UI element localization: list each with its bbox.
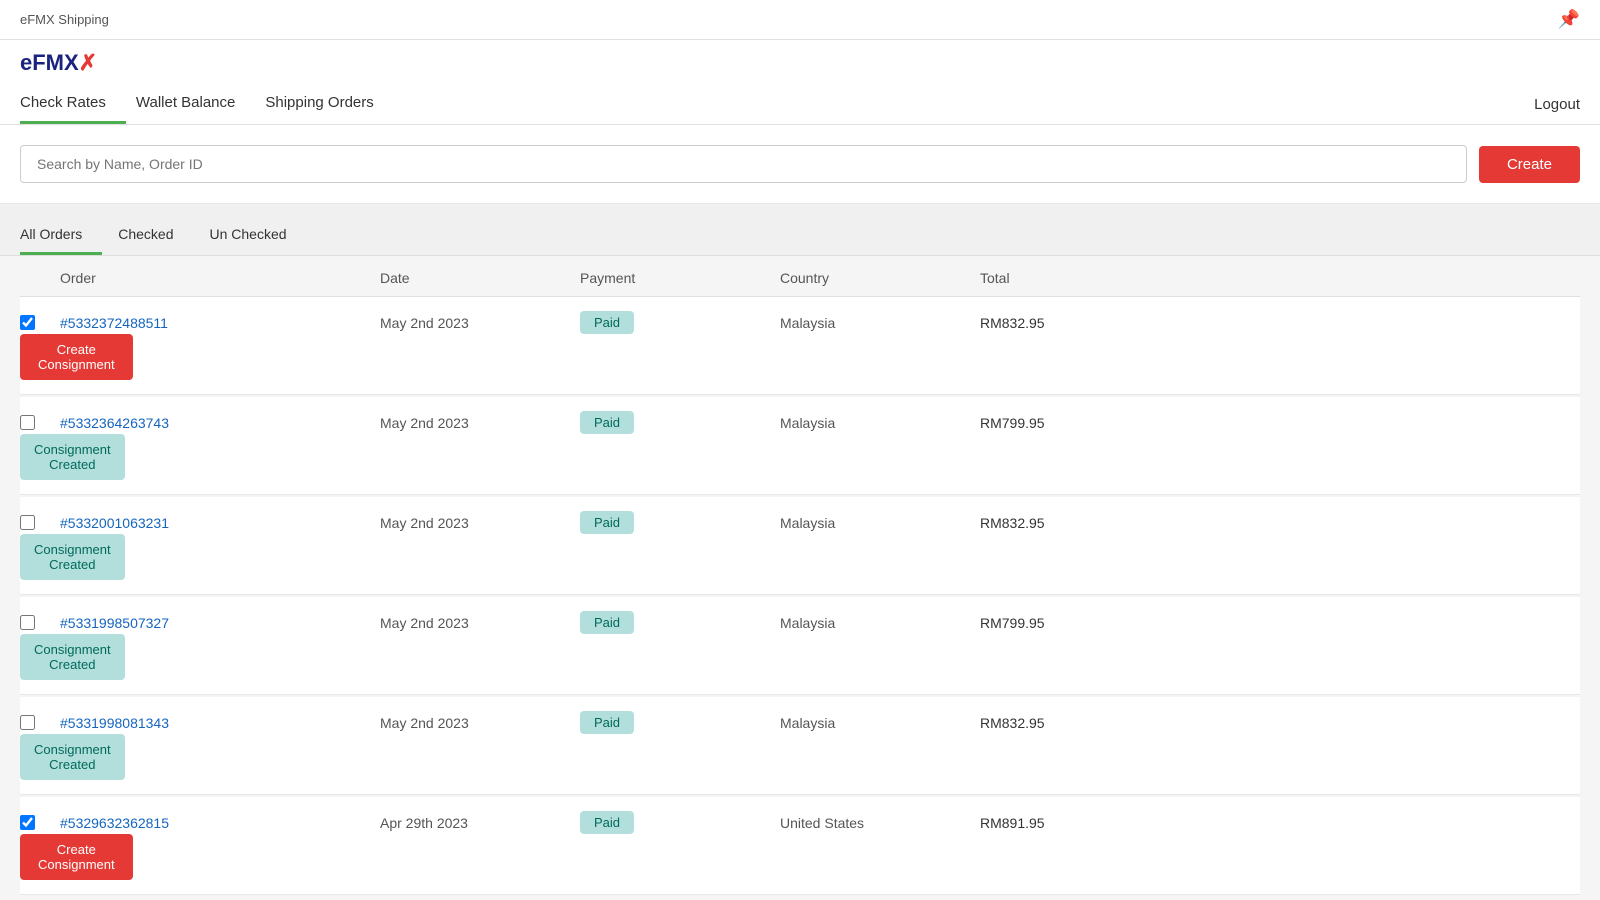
order-link[interactable]: #5332364263743 (60, 415, 169, 431)
row-checkbox[interactable] (20, 515, 35, 530)
payment-badge: Paid (580, 811, 634, 834)
col-date: Date (380, 270, 580, 286)
table-row: #5331998507327 May 2nd 2023 Paid Malaysi… (20, 597, 1580, 695)
top-bar: eFMX Shipping 📌 (0, 0, 1600, 40)
search-bar-area: Create (0, 125, 1600, 204)
date-cell: May 2nd 2023 (380, 615, 580, 631)
date-cell: May 2nd 2023 (380, 415, 580, 431)
checkbox-cell (20, 815, 60, 830)
date-cell: May 2nd 2023 (380, 315, 580, 331)
col-checkbox (20, 270, 60, 286)
tab-unchecked[interactable]: Un Checked (210, 216, 307, 255)
total-cell: RM799.95 (980, 615, 1580, 631)
checkbox-cell (20, 615, 60, 630)
col-payment: Payment (580, 270, 780, 286)
table-row: #5332001063231 May 2nd 2023 Paid Malaysi… (20, 497, 1580, 595)
country-cell: Malaysia (780, 415, 980, 431)
top-bar-title: eFMX Shipping (20, 12, 109, 27)
order-link[interactable]: #5332372488511 (60, 315, 168, 331)
payment-badge: Paid (580, 311, 634, 334)
create-button[interactable]: Create (1479, 146, 1580, 183)
row-checkbox[interactable] (20, 715, 35, 730)
table-row: #5329632362815 Apr 29th 2023 Paid United… (20, 797, 1580, 895)
row-checkbox[interactable] (20, 615, 35, 630)
payment-cell: Paid (580, 311, 780, 334)
table-container: Order Date Payment Country Total #533237… (0, 256, 1600, 895)
nav-shipping-orders[interactable]: Shipping Orders (265, 84, 393, 124)
table-row: #5331998081343 May 2nd 2023 Paid Malaysi… (20, 697, 1580, 795)
consignment-created-button[interactable]: Consignment Created (20, 534, 125, 580)
country-cell: Malaysia (780, 615, 980, 631)
country-cell: Malaysia (780, 715, 980, 731)
nav-wallet-balance[interactable]: Wallet Balance (136, 84, 256, 124)
row-checkbox[interactable] (20, 315, 35, 330)
action-cell: Consignment Created (20, 434, 60, 480)
checkbox-cell (20, 515, 60, 530)
table-row: #5332372488511 May 2nd 2023 Paid Malaysi… (20, 297, 1580, 395)
country-cell: United States (780, 815, 980, 831)
payment-cell: Paid (580, 611, 780, 634)
order-id: #5331998507327 (60, 615, 380, 631)
country-cell: Malaysia (780, 315, 980, 331)
create-consignment-button[interactable]: Create Consignment (20, 834, 133, 880)
order-link[interactable]: #5331998081343 (60, 715, 169, 731)
action-cell: Consignment Created (20, 534, 60, 580)
row-checkbox[interactable] (20, 815, 35, 830)
date-cell: Apr 29th 2023 (380, 815, 580, 831)
order-link[interactable]: #5329632362815 (60, 815, 169, 831)
tab-all-orders[interactable]: All Orders (20, 216, 102, 255)
date-cell: May 2nd 2023 (380, 715, 580, 731)
order-id: #5332001063231 (60, 515, 380, 531)
nav-check-rates[interactable]: Check Rates (20, 84, 126, 124)
date-cell: May 2nd 2023 (380, 515, 580, 531)
logo-text: eFMX✗ (20, 50, 97, 76)
payment-badge: Paid (580, 411, 634, 434)
total-cell: RM891.95 (980, 815, 1580, 831)
col-order: Order (60, 270, 380, 286)
consignment-created-button[interactable]: Consignment Created (20, 734, 125, 780)
payment-cell: Paid (580, 711, 780, 734)
table-header: Order Date Payment Country Total (20, 256, 1580, 297)
table-row: #5332364263743 May 2nd 2023 Paid Malaysi… (20, 397, 1580, 495)
nav: Check Rates Wallet Balance Shipping Orde… (20, 84, 1580, 124)
consignment-created-button[interactable]: Consignment Created (20, 634, 125, 680)
action-cell: Create Consignment (20, 334, 60, 380)
header: eFMX✗ Check Rates Wallet Balance Shippin… (0, 40, 1600, 125)
action-cell: Create Consignment (20, 834, 60, 880)
payment-cell: Paid (580, 811, 780, 834)
create-consignment-button[interactable]: Create Consignment (20, 334, 133, 380)
col-country: Country (780, 270, 980, 286)
payment-badge: Paid (580, 711, 634, 734)
total-cell: RM832.95 (980, 315, 1580, 331)
order-id: #5332372488511 (60, 315, 380, 331)
tab-checked[interactable]: Checked (118, 216, 193, 255)
order-id: #5329632362815 (60, 815, 380, 831)
country-cell: Malaysia (780, 515, 980, 531)
table-body: #5332372488511 May 2nd 2023 Paid Malaysi… (20, 297, 1580, 895)
action-cell: Consignment Created (20, 634, 60, 680)
total-cell: RM799.95 (980, 415, 1580, 431)
payment-badge: Paid (580, 511, 634, 534)
total-cell: RM832.95 (980, 715, 1580, 731)
total-cell: RM832.95 (980, 515, 1580, 531)
checkbox-cell (20, 715, 60, 730)
logo: eFMX✗ (20, 50, 1580, 76)
checkbox-cell (20, 315, 60, 330)
nav-logout[interactable]: Logout (1534, 86, 1580, 123)
action-cell: Consignment Created (20, 734, 60, 780)
order-id: #5331998081343 (60, 715, 380, 731)
payment-badge: Paid (580, 611, 634, 634)
payment-cell: Paid (580, 511, 780, 534)
payment-cell: Paid (580, 411, 780, 434)
pin-icon[interactable]: 📌 (1558, 9, 1580, 30)
tabs-area: All Orders Checked Un Checked (0, 204, 1600, 256)
row-checkbox[interactable] (20, 415, 35, 430)
checkbox-cell (20, 415, 60, 430)
order-link[interactable]: #5331998507327 (60, 615, 169, 631)
consignment-created-button[interactable]: Consignment Created (20, 434, 125, 480)
col-total: Total (980, 270, 1580, 286)
order-link[interactable]: #5332001063231 (60, 515, 169, 531)
order-id: #5332364263743 (60, 415, 380, 431)
search-input[interactable] (20, 145, 1467, 183)
